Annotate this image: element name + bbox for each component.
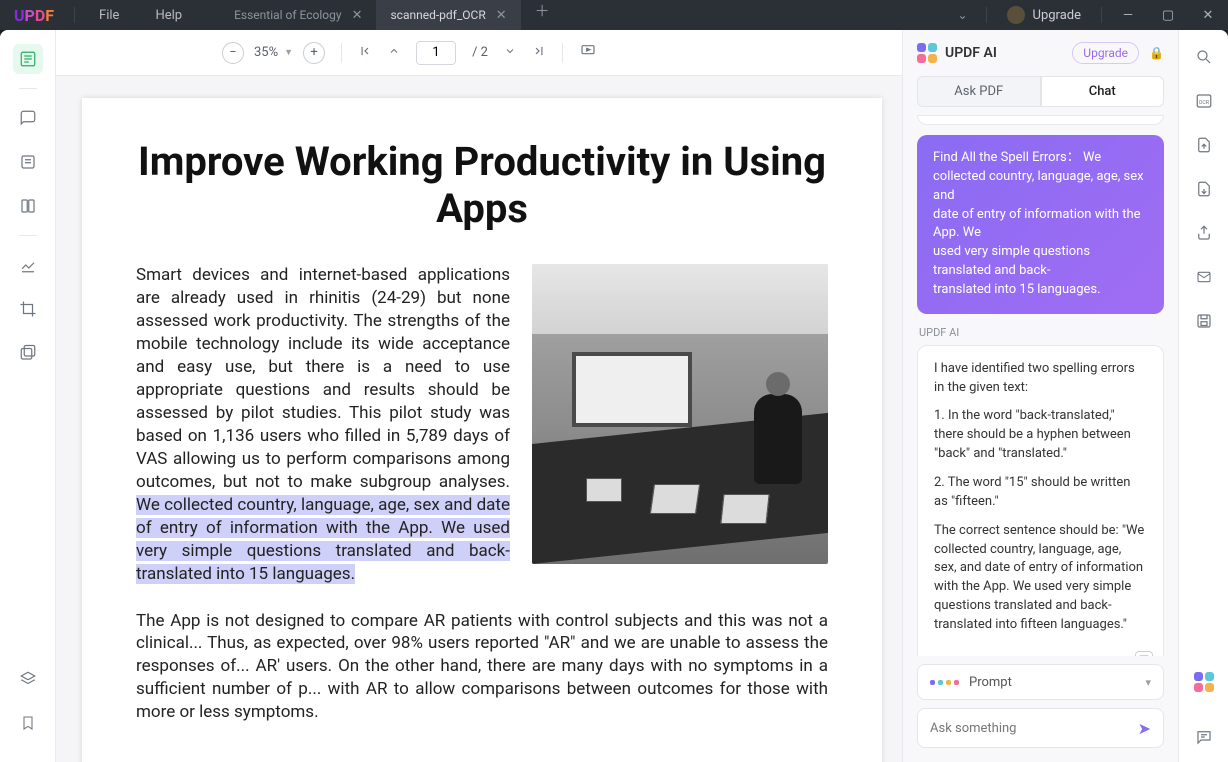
ai-sender-label: UPDF AI <box>919 326 1164 339</box>
ai-upgrade-button[interactable]: Upgrade <box>1072 42 1139 64</box>
chevron-down-icon: ▼ <box>284 47 293 58</box>
zoom-out-button[interactable]: − <box>222 42 244 64</box>
tab-ask-pdf[interactable]: Ask PDF <box>917 76 1041 107</box>
tab-title: Essential of Ecology <box>234 8 341 22</box>
send-icon[interactable]: ➤ <box>1138 719 1151 738</box>
reader-mode-icon[interactable] <box>13 44 43 74</box>
page-number-input[interactable] <box>416 41 456 65</box>
next-page-icon[interactable] <box>504 45 516 60</box>
selected-text[interactable]: We collected country, language, age, sex… <box>136 495 510 584</box>
updf-ai-logo-icon <box>917 43 937 63</box>
right-tool-rail: OCR <box>1178 30 1228 762</box>
ai-input[interactable] <box>930 721 1138 736</box>
copy-response-icon[interactable] <box>1135 651 1153 656</box>
menu-help[interactable]: Help <box>137 8 200 23</box>
user-message: Find All the Spell Errors： We collected … <box>917 135 1164 314</box>
share-icon[interactable] <box>1191 220 1217 246</box>
zoom-in-button[interactable]: + <box>303 42 325 64</box>
page-title: Improve Working Productivity in Using Ap… <box>136 138 828 232</box>
zoom-level-dropdown[interactable]: 35% ▼ <box>254 45 293 60</box>
tab-chat[interactable]: Chat <box>1041 76 1165 107</box>
lock-icon[interactable]: 🔒 <box>1149 46 1164 60</box>
chat-history-icon[interactable] <box>1191 724 1217 750</box>
zoom-value: 35% <box>254 45 278 60</box>
upgrade-account-button[interactable]: Upgrade <box>993 6 1095 24</box>
search-icon[interactable] <box>1191 44 1217 70</box>
menubar: UPDF File Help Essential of Ecology ✕ sc… <box>0 0 1228 30</box>
comment-tool-icon[interactable] <box>13 103 43 133</box>
crop-tool-icon[interactable] <box>13 294 43 324</box>
prompt-label: Prompt <box>969 675 1012 690</box>
close-icon[interactable]: ✕ <box>496 8 507 23</box>
view-toolbar: − 35% ▼ + / 2 <box>56 30 902 76</box>
convert-file-icon[interactable] <box>1191 176 1217 202</box>
prev-page-icon[interactable] <box>388 45 400 60</box>
ocr-icon[interactable]: OCR <box>1191 88 1217 114</box>
page-total: / 2 <box>472 45 488 60</box>
bookmark-icon[interactable] <box>13 708 43 738</box>
save-icon[interactable] <box>1191 308 1217 334</box>
slideshow-icon[interactable] <box>579 43 597 63</box>
prompt-templates-button[interactable]: Prompt ▾ <box>917 664 1164 700</box>
maximize-button[interactable]: ▢ <box>1148 8 1188 23</box>
left-tool-rail <box>0 30 56 762</box>
tab-essential-ecology[interactable]: Essential of Ecology ✕ <box>220 0 376 30</box>
first-page-icon[interactable] <box>358 44 372 61</box>
document-viewport[interactable]: Improve Working Productivity in Using Ap… <box>56 76 902 762</box>
prompt-icon <box>930 680 959 685</box>
tab-title: scanned-pdf_OCR <box>390 8 485 22</box>
upgrade-label: Upgrade <box>1033 8 1081 23</box>
article-image <box>532 264 828 564</box>
redact-tool-icon[interactable] <box>13 338 43 368</box>
menu-file[interactable]: File <box>81 8 137 23</box>
app-logo: UPDF <box>0 6 68 25</box>
previous-message-stub <box>917 115 1164 125</box>
tab-scanned-pdf-ocr[interactable]: scanned-pdf_OCR ✕ <box>376 0 520 30</box>
ai-brand: UPDF AI <box>917 43 997 63</box>
ai-panel: UPDF AI Upgrade 🔒 Ask PDF Chat Find All … <box>902 30 1178 762</box>
avatar <box>1007 6 1025 24</box>
tabs-overflow-icon[interactable]: ⌄ <box>945 8 979 22</box>
last-page-icon[interactable] <box>532 44 546 61</box>
layers-icon[interactable] <box>13 664 43 694</box>
page-organize-tool-icon[interactable] <box>13 191 43 221</box>
ai-input-bar: ➤ <box>917 708 1164 748</box>
svg-text:OCR: OCR <box>1198 100 1209 106</box>
close-icon[interactable]: ✕ <box>352 8 363 23</box>
ai-launcher-icon[interactable] <box>1190 668 1218 696</box>
body-text-continued[interactable]: The App is not designed to compare AR pa… <box>136 610 828 725</box>
ai-message: I have identified two spelling errors in… <box>917 345 1164 656</box>
edit-text-tool-icon[interactable] <box>13 147 43 177</box>
ai-conversation[interactable]: Find All the Spell Errors： We collected … <box>903 115 1178 656</box>
email-icon[interactable] <box>1191 264 1217 290</box>
minimize-button[interactable]: — <box>1108 8 1148 23</box>
fill-sign-tool-icon[interactable] <box>13 250 43 280</box>
new-tab-button[interactable]: ＋ <box>521 0 564 30</box>
export-file-icon[interactable] <box>1191 132 1217 158</box>
close-window-button[interactable]: ✕ <box>1188 8 1228 23</box>
pdf-page: Improve Working Productivity in Using Ap… <box>82 98 882 762</box>
chevron-down-icon: ▾ <box>1145 676 1151 689</box>
document-area: − 35% ▼ + / 2 Improve Working Productivit… <box>56 30 902 762</box>
body-text[interactable]: Smart devices and internet-based applica… <box>136 264 510 585</box>
